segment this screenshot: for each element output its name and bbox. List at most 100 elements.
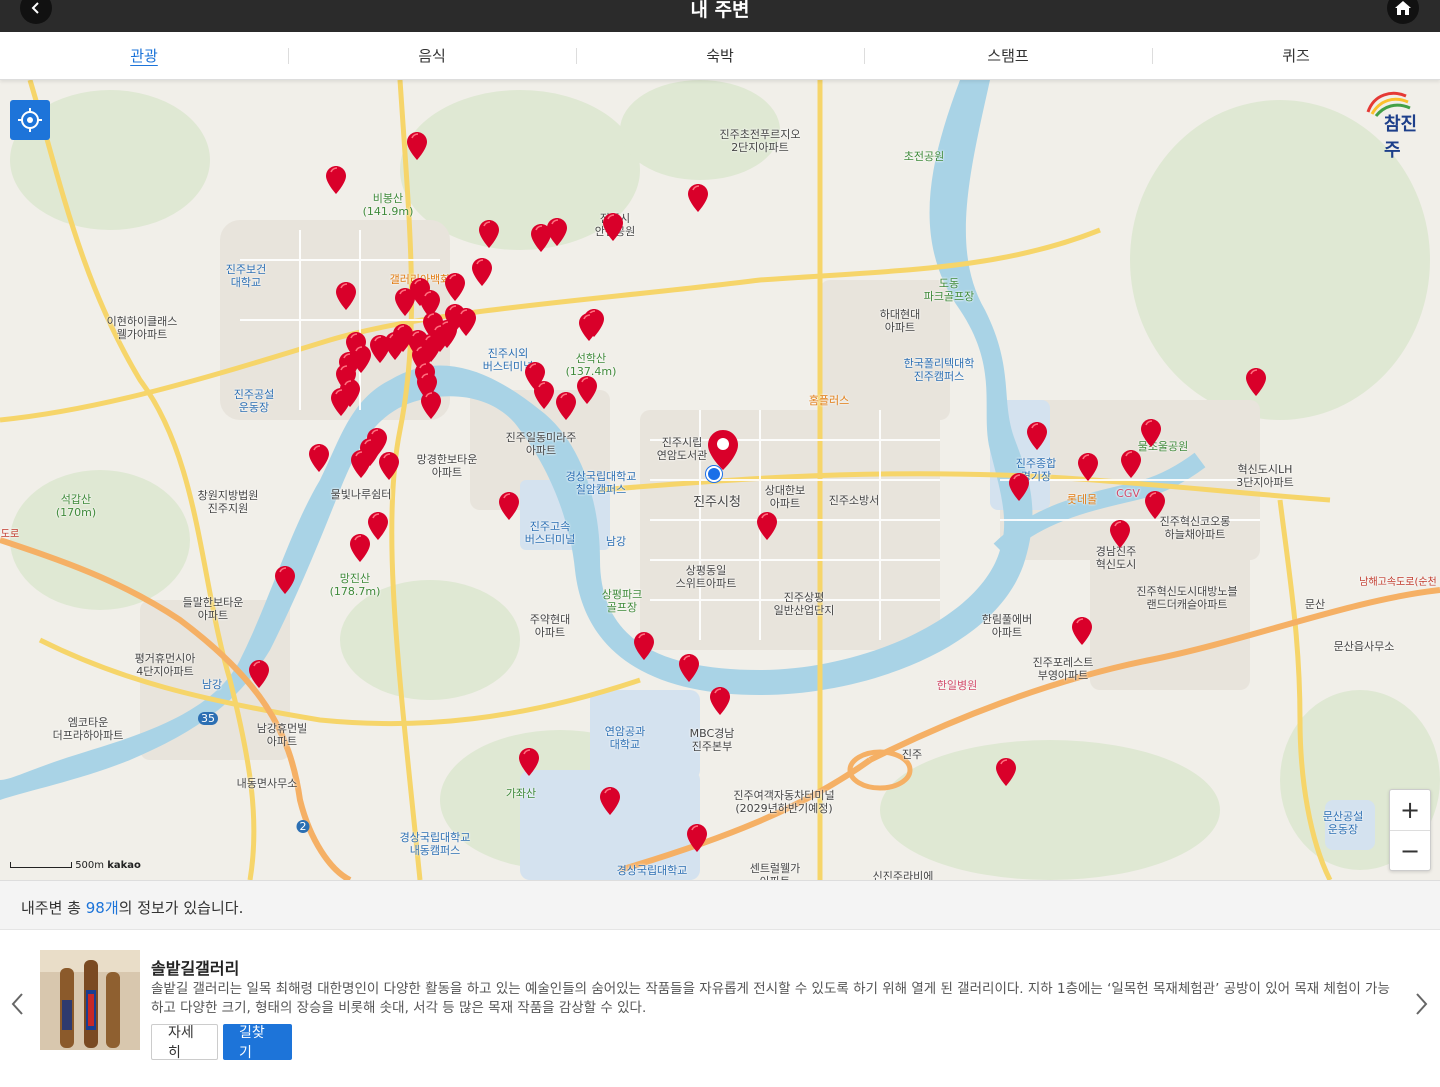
poi-marker[interactable] bbox=[687, 824, 707, 852]
poi-marker[interactable] bbox=[679, 654, 699, 682]
map-view[interactable]: 진주초전푸르지오 2단지아파트 초전공원 비봉산 (141.9m) 진주시 안전… bbox=[0, 80, 1440, 880]
map-pin-icon bbox=[708, 430, 738, 470]
map-label: 도동 파크골프장 bbox=[923, 277, 975, 303]
locate-me-button[interactable] bbox=[10, 100, 50, 140]
poi-marker[interactable] bbox=[1027, 422, 1047, 450]
zoom-in-button[interactable]: + bbox=[1390, 790, 1430, 830]
map-label: 남해고속도로(순천 bbox=[1359, 577, 1437, 588]
poi-marker[interactable] bbox=[603, 213, 623, 241]
poi-marker[interactable] bbox=[368, 512, 388, 540]
map-base bbox=[0, 80, 1440, 880]
tab-quiz[interactable]: 퀴즈 bbox=[1152, 32, 1440, 79]
map-label: 신진주라비에 bbox=[872, 870, 934, 880]
poi-marker[interactable] bbox=[710, 687, 730, 715]
poi-marker[interactable] bbox=[996, 758, 1016, 786]
poi-marker[interactable] bbox=[634, 632, 654, 660]
summary-prefix: 내주변 총 bbox=[21, 899, 86, 917]
poi-marker[interactable] bbox=[331, 388, 351, 416]
tab-lodging[interactable]: 숙박 bbox=[576, 32, 864, 79]
map-label: 주약현대 아파트 bbox=[529, 613, 571, 639]
scale-bar bbox=[10, 862, 72, 868]
poi-marker[interactable] bbox=[499, 492, 519, 520]
poi-marker[interactable] bbox=[1078, 453, 1098, 481]
city-logo: 참진주 bbox=[1362, 88, 1432, 161]
map-label: 선학산 (137.4m) bbox=[565, 352, 617, 378]
poi-marker[interactable] bbox=[519, 748, 539, 776]
directions-button[interactable]: 길찾기 bbox=[223, 1024, 292, 1061]
poi-marker[interactable] bbox=[350, 534, 370, 562]
map-pin-icon bbox=[634, 632, 654, 660]
tab-label: 숙박 bbox=[706, 47, 734, 65]
poi-marker[interactable] bbox=[1141, 419, 1161, 447]
poi-marker[interactable] bbox=[1072, 617, 1092, 645]
map-pin-icon bbox=[688, 184, 708, 212]
place-thumbnail[interactable] bbox=[40, 950, 140, 1050]
map-pin-icon bbox=[1009, 473, 1029, 501]
top-bar: 내 주변 bbox=[0, 0, 1440, 32]
map-pin-icon bbox=[351, 450, 371, 478]
map-label: 하대현대 아파트 bbox=[879, 308, 921, 334]
tab-stamp[interactable]: 스탬프 bbox=[864, 32, 1152, 79]
poi-marker[interactable] bbox=[688, 184, 708, 212]
poi-marker[interactable] bbox=[556, 392, 576, 420]
poi-marker[interactable] bbox=[1246, 368, 1266, 396]
poi-marker[interactable] bbox=[579, 313, 599, 341]
scale-text: 500m bbox=[75, 860, 105, 871]
poi-marker[interactable] bbox=[547, 218, 567, 246]
poi-marker[interactable] bbox=[336, 282, 356, 310]
map-pin-icon bbox=[1110, 520, 1130, 548]
poi-marker[interactable] bbox=[430, 324, 450, 352]
next-button[interactable] bbox=[1415, 992, 1429, 1023]
poi-marker[interactable] bbox=[326, 166, 346, 194]
poi-marker[interactable] bbox=[600, 787, 620, 815]
prev-button[interactable] bbox=[10, 992, 24, 1023]
map-pin-icon bbox=[579, 313, 599, 341]
current-location-dot bbox=[706, 466, 722, 482]
poi-marker[interactable] bbox=[309, 444, 329, 472]
map-label: 한일병원 bbox=[936, 679, 978, 692]
place-title: 솔밭길갤러리 bbox=[151, 959, 240, 978]
poi-marker[interactable] bbox=[534, 381, 554, 409]
tab-food[interactable]: 음식 bbox=[288, 32, 576, 79]
map-pin-icon bbox=[407, 132, 427, 160]
map-pin-icon bbox=[430, 324, 450, 352]
home-icon bbox=[1395, 1, 1411, 15]
poi-marker[interactable] bbox=[421, 391, 441, 419]
map-pin-icon bbox=[556, 392, 576, 420]
map-pin-icon bbox=[1145, 491, 1165, 519]
map-label: 상대한보 아파트 bbox=[764, 484, 806, 510]
map-label: 들말한보타운 아파트 bbox=[182, 596, 244, 622]
poi-marker[interactable] bbox=[249, 660, 269, 688]
poi-marker[interactable] bbox=[1009, 473, 1029, 501]
poi-marker[interactable] bbox=[351, 450, 371, 478]
map-label: CGV bbox=[1116, 487, 1140, 500]
tab-tourism[interactable]: 관광 bbox=[0, 32, 288, 79]
poi-marker[interactable] bbox=[479, 220, 499, 248]
map-pin-icon bbox=[1072, 617, 1092, 645]
map-label: 진주혁신코오롱 하늘채아파트 bbox=[1159, 515, 1231, 541]
poi-marker[interactable] bbox=[379, 452, 399, 480]
poi-marker[interactable] bbox=[445, 273, 465, 301]
map-pin-icon bbox=[499, 492, 519, 520]
poi-marker[interactable] bbox=[1110, 520, 1130, 548]
map-label: 진주보건 대학교 bbox=[225, 263, 267, 289]
map-label: 진주여객자동차터미널 (2029년하반기예정) bbox=[733, 789, 835, 815]
map-pin-icon bbox=[996, 758, 1016, 786]
poi-marker[interactable] bbox=[1145, 491, 1165, 519]
poi-marker[interactable] bbox=[577, 376, 597, 404]
map-label: 35 bbox=[198, 712, 218, 725]
zoom-out-button[interactable]: − bbox=[1390, 830, 1430, 870]
poi-marker[interactable] bbox=[456, 308, 476, 336]
selected-marker[interactable] bbox=[708, 430, 738, 470]
map-pin-icon bbox=[331, 388, 351, 416]
poi-marker[interactable] bbox=[1121, 450, 1141, 478]
map-provider: kakao bbox=[107, 860, 141, 871]
map-pin-icon bbox=[603, 213, 623, 241]
map-label: 상평파크 골프장 bbox=[601, 588, 643, 614]
detail-button[interactable]: 자세히 bbox=[151, 1024, 218, 1061]
poi-marker[interactable] bbox=[757, 512, 777, 540]
map-label: 진주고속 버스터미널 bbox=[524, 520, 576, 546]
poi-marker[interactable] bbox=[275, 566, 295, 594]
poi-marker[interactable] bbox=[407, 132, 427, 160]
poi-marker[interactable] bbox=[472, 258, 492, 286]
